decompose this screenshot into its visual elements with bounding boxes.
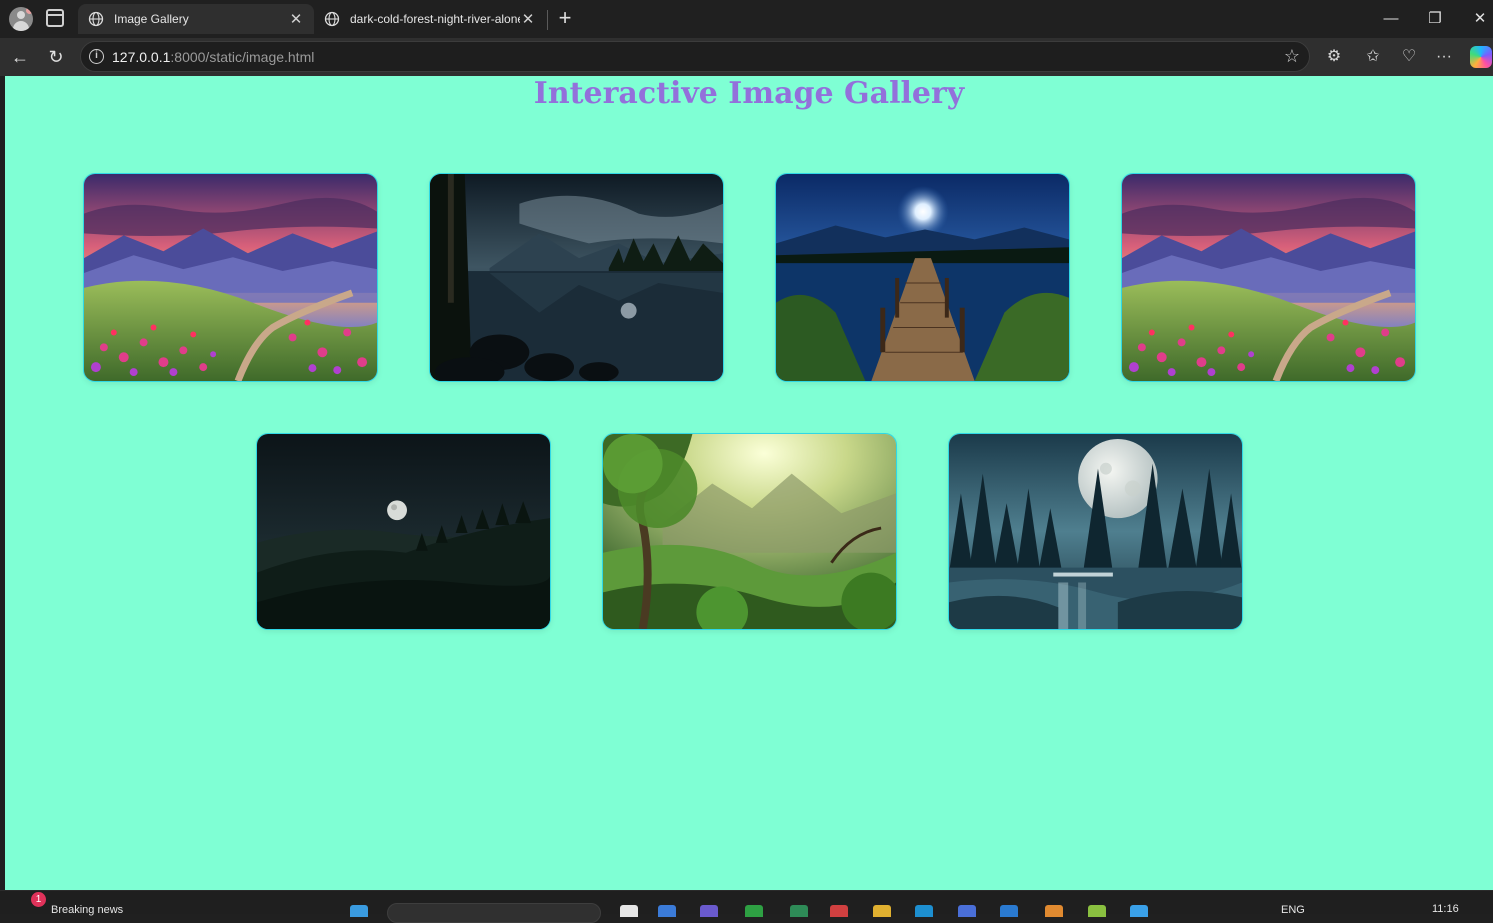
- page-title: Interactive Image Gallery: [533, 76, 965, 111]
- taskbar-search-input[interactable]: [387, 903, 601, 923]
- profile-avatar-icon[interactable]: [9, 7, 33, 31]
- app-icon[interactable]: [830, 905, 848, 917]
- tab-divider: [547, 10, 548, 30]
- gallery-row: [5, 433, 1493, 630]
- app-icon[interactable]: [1088, 905, 1106, 917]
- app-icon[interactable]: [745, 905, 763, 917]
- taskbar: 1 Breaking news ENG 11:16: [0, 890, 1493, 923]
- extensions-icon[interactable]: ⚙: [1323, 46, 1345, 68]
- address-url: 127.0.0.1:8000/static/image.html: [112, 49, 315, 65]
- page-viewport: Interactive Image Gallery: [5, 76, 1493, 890]
- new-tab-icon[interactable]: +: [555, 6, 575, 32]
- gallery-image-pier-moon[interactable]: [774, 173, 1070, 382]
- browser-essentials-icon[interactable]: ♡: [1398, 46, 1420, 68]
- tab-dark-forest[interactable]: dark-cold-forest-night-river-alone ✕: [314, 4, 546, 34]
- edge-icon[interactable]: [915, 905, 933, 917]
- reload-icon[interactable]: ↻: [45, 46, 67, 68]
- task-view-icon[interactable]: [620, 905, 638, 917]
- clock[interactable]: 11:16: [1432, 903, 1459, 915]
- file-explorer-icon[interactable]: [873, 905, 891, 917]
- moon-forest-image: [256, 434, 550, 629]
- restore-icon[interactable]: ❐: [1424, 8, 1446, 30]
- meadow-image: [83, 174, 377, 381]
- dark-lake-image: [429, 174, 723, 381]
- favorites-icon[interactable]: ✩: [1362, 46, 1384, 68]
- vscode-icon[interactable]: [1130, 905, 1148, 917]
- gallery-image-dark-lake-night[interactable]: [428, 173, 724, 382]
- gallery-row: [5, 173, 1493, 382]
- back-icon[interactable]: ←: [9, 46, 31, 68]
- tab-title: dark-cold-forest-night-river-alone: [350, 12, 520, 26]
- app-icon[interactable]: [790, 905, 808, 917]
- language-indicator[interactable]: ENG: [1281, 904, 1305, 916]
- tab-image-gallery[interactable]: Image Gallery ✕: [78, 4, 314, 34]
- globe-icon: [324, 11, 340, 27]
- app-icon[interactable]: [658, 905, 676, 917]
- full-moon-river-image: [948, 434, 1242, 629]
- close-tab-icon[interactable]: ✕: [288, 10, 304, 28]
- copilot-icon[interactable]: [1470, 46, 1492, 68]
- news-widget[interactable]: Breaking news: [51, 904, 123, 916]
- app-icon[interactable]: [700, 905, 718, 917]
- minimize-icon[interactable]: —: [1380, 8, 1402, 30]
- gallery-image-meadow-sunset-2[interactable]: [1120, 173, 1416, 382]
- gallery-image-green-valley[interactable]: [601, 433, 897, 630]
- app-icon[interactable]: [958, 905, 976, 917]
- tab-actions-icon[interactable]: [46, 9, 64, 27]
- more-options-icon[interactable]: ···: [1433, 46, 1455, 68]
- green-valley-image: [602, 434, 896, 629]
- meadow-image: [1121, 174, 1415, 381]
- tab-title: Image Gallery: [114, 12, 189, 26]
- start-icon[interactable]: [350, 905, 368, 917]
- gallery-image-meadow-sunset[interactable]: [82, 173, 378, 382]
- app-icon[interactable]: [1045, 905, 1063, 917]
- gallery-image-moon-forest-hills[interactable]: [255, 433, 551, 630]
- favorite-star-icon[interactable]: ☆: [1284, 46, 1300, 67]
- gallery-image-full-moon-river[interactable]: [947, 433, 1243, 630]
- pier-moon-image: [775, 174, 1069, 381]
- news-badge: 1: [31, 892, 46, 907]
- address-bar[interactable]: i 127.0.0.1:8000/static/image.html ☆: [80, 41, 1310, 72]
- close-tab-icon[interactable]: ✕: [520, 10, 536, 28]
- site-info-icon[interactable]: i: [89, 49, 104, 64]
- tab-strip: Image Gallery ✕ dark-cold-forest-night-r…: [0, 0, 1493, 38]
- close-window-icon[interactable]: ✕: [1469, 8, 1491, 30]
- globe-icon: [88, 11, 104, 27]
- browser-toolbar: ← ↻ i 127.0.0.1:8000/static/image.html ☆…: [0, 38, 1493, 76]
- app-icon[interactable]: [1000, 905, 1018, 917]
